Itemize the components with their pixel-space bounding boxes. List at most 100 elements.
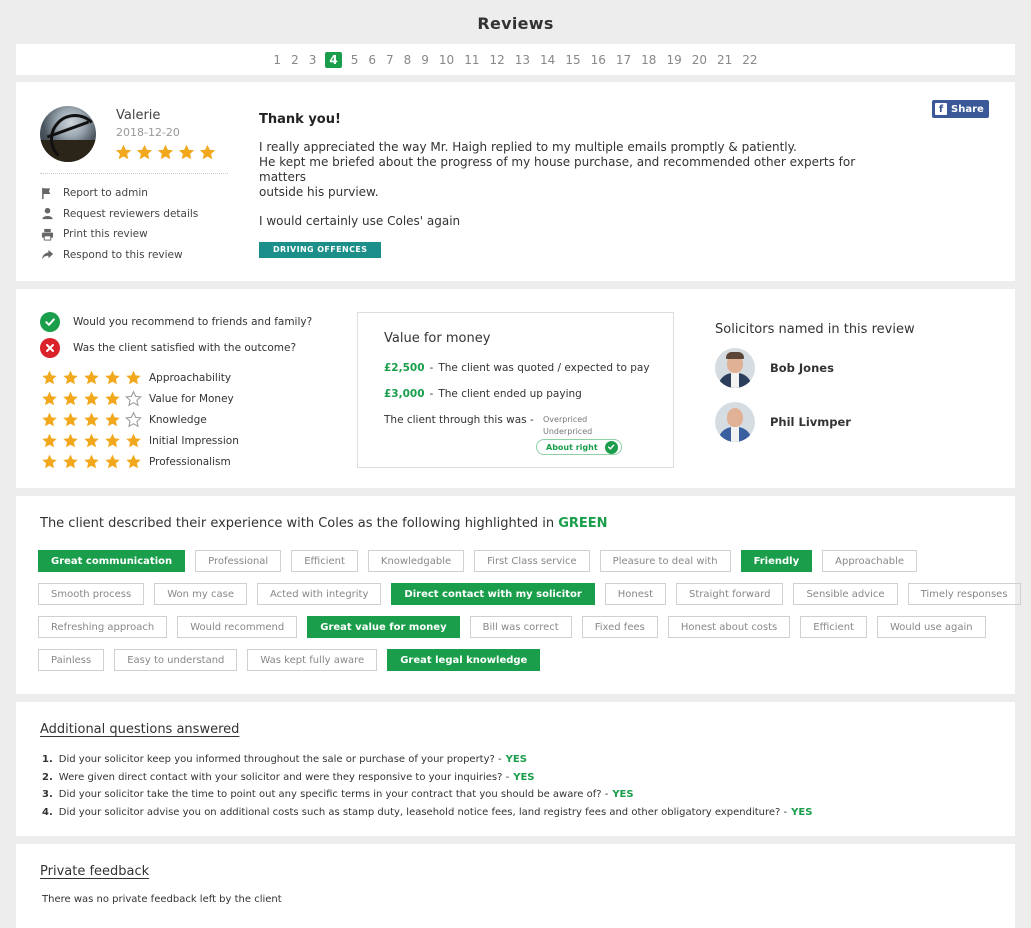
highlight-tag: Would recommend: [177, 616, 298, 638]
star-filled-icon: [103, 453, 122, 470]
highlight-tag-row: Great communication Professional Efficient…: [38, 550, 918, 572]
highlight-tag: Smooth process: [38, 583, 145, 605]
additional-questions-card: Additional questions answered 1. Did your…: [16, 702, 1015, 836]
solicitor-photo: [715, 402, 755, 442]
review-action-user[interactable]: Request reviewers details: [40, 204, 198, 225]
category-rating: Knowledge: [40, 411, 207, 428]
star-filled-icon: [82, 369, 101, 386]
page-link[interactable]: 20: [687, 52, 712, 68]
question-number: 1.: [42, 754, 53, 765]
page-link[interactable]: 18: [636, 52, 661, 68]
page-link[interactable]: 17: [611, 52, 636, 68]
question-answer: YES: [505, 754, 527, 765]
page-link[interactable]: 12: [484, 52, 509, 68]
page-link[interactable]: 7: [381, 52, 399, 68]
page-link[interactable]: 11: [459, 52, 484, 68]
highlight-tag: Timely responses: [907, 583, 1021, 605]
review-action-reply-arrow[interactable]: Respond to this review: [40, 245, 198, 266]
highlights-heading: The client described their experience wi…: [40, 516, 608, 531]
review-action-label: Respond to this review: [63, 248, 183, 261]
highlight-tag: First Class service: [474, 550, 590, 572]
highlight-tag: Sensible advice: [793, 583, 898, 605]
star-filled-icon: [82, 432, 101, 449]
page-link[interactable]: 4: [325, 51, 342, 68]
highlight-tag: Easy to understand: [114, 649, 238, 671]
highlight-tag-row: Painless Easy to understand Was kept fully…: [38, 649, 541, 671]
highlight-tag-selected: Friendly: [740, 550, 813, 572]
facebook-share-button[interactable]: f Share: [932, 100, 989, 118]
page-link[interactable]: 2: [286, 52, 304, 68]
star-filled-icon: [40, 432, 59, 449]
highlight-tag-selected: Great value for money: [307, 616, 460, 638]
category-tag[interactable]: DRIVING OFFENCES: [259, 242, 382, 258]
solicitor-bob-jones[interactable]: Bob Jones: [715, 348, 834, 388]
highlight-tag: Would use again: [876, 616, 986, 638]
highlight-tag-selected: Direct contact with my solicitor: [391, 583, 595, 605]
star-filled-icon: [124, 453, 143, 470]
category-rating-stars: [40, 390, 149, 407]
print-icon: [40, 227, 54, 241]
review-actions: Report to admin Request reviewers details…: [40, 183, 198, 265]
highlight-tag: Efficient: [800, 616, 867, 638]
star-filled-icon: [103, 432, 122, 449]
outcome-question-text: Was the client satisfied with the outcom…: [73, 342, 297, 354]
star-filled-icon: [156, 143, 175, 161]
star-empty-icon: [124, 411, 143, 428]
category-rating-stars: [40, 369, 149, 386]
page-link[interactable]: 19: [661, 52, 686, 68]
review-paragraph: I really appreciated the way Mr. Haigh r…: [259, 140, 856, 199]
page-link[interactable]: 14: [535, 52, 560, 68]
page-link[interactable]: 8: [399, 52, 417, 68]
page-link[interactable]: 13: [510, 52, 535, 68]
page-link[interactable]: 5: [346, 52, 364, 68]
star-filled-icon: [103, 411, 122, 428]
page-title: Reviews: [477, 14, 554, 33]
share-label: Share: [951, 103, 984, 115]
review-date: 2018-12-20: [116, 126, 180, 139]
page-link[interactable]: 16: [586, 52, 611, 68]
star-filled-icon: [61, 390, 80, 407]
review-action-print[interactable]: Print this review: [40, 224, 198, 245]
page-link[interactable]: 9: [416, 52, 434, 68]
question-answer: YES: [612, 789, 634, 800]
page-link[interactable]: 3: [304, 52, 322, 68]
question-text: Did your solicitor take the time to poin…: [58, 789, 609, 800]
solicitor-photo: [715, 348, 755, 388]
question-text: Did your solicitor keep you informed thr…: [58, 754, 502, 765]
highlight-tag: Bill was correct: [469, 616, 572, 638]
highlight-tag: Straight forward: [676, 583, 784, 605]
additional-questions-heading: Additional questions answered: [40, 722, 240, 737]
quoted-line: £2,500- The client was quoted / expected …: [384, 362, 650, 374]
solicitor-name: Phil Livmper: [770, 415, 851, 429]
additional-question: 3. Did your solicitor take the time to po…: [42, 786, 812, 804]
page-link[interactable]: 15: [560, 52, 585, 68]
star-filled-icon: [103, 369, 122, 386]
star-filled-icon: [40, 411, 59, 428]
quoted-text: The client was quoted / expected to pay: [438, 362, 650, 374]
highlight-tag: Pleasure to deal with: [599, 550, 731, 572]
star-filled-icon: [61, 411, 80, 428]
page-link[interactable]: 22: [737, 52, 762, 68]
review-action-label: Request reviewers details: [63, 207, 199, 220]
paid-amount: £3,000: [384, 388, 425, 400]
private-feedback-heading: Private feedback: [40, 864, 150, 879]
selected-value-label: About right: [546, 442, 598, 452]
question-answer: YES: [513, 771, 535, 783]
flag-icon: [40, 186, 54, 200]
page-link[interactable]: 1: [268, 52, 286, 68]
star-filled-icon: [40, 390, 59, 407]
category-rating-label: Knowledge: [149, 413, 207, 426]
review-title: Thank you!: [259, 112, 341, 127]
page-link[interactable]: 10: [434, 52, 459, 68]
category-rating-stars: [40, 411, 149, 428]
review-paragraph: I would certainly use Coles' again: [259, 214, 461, 228]
paid-line: £3,000- The client ended up paying: [384, 388, 582, 400]
solicitor-phil-livmper[interactable]: Phil Livmper: [715, 402, 851, 442]
question-text: Did your solicitor advise you on additio…: [58, 806, 788, 818]
review-action-flag[interactable]: Report to admin: [40, 183, 198, 204]
review-body: I really appreciated the way Mr. Haigh r…: [259, 140, 899, 243]
star-filled-icon: [114, 143, 133, 161]
check-circle-icon: [40, 312, 60, 332]
page-link[interactable]: 6: [363, 52, 381, 68]
page-link[interactable]: 21: [712, 52, 737, 68]
